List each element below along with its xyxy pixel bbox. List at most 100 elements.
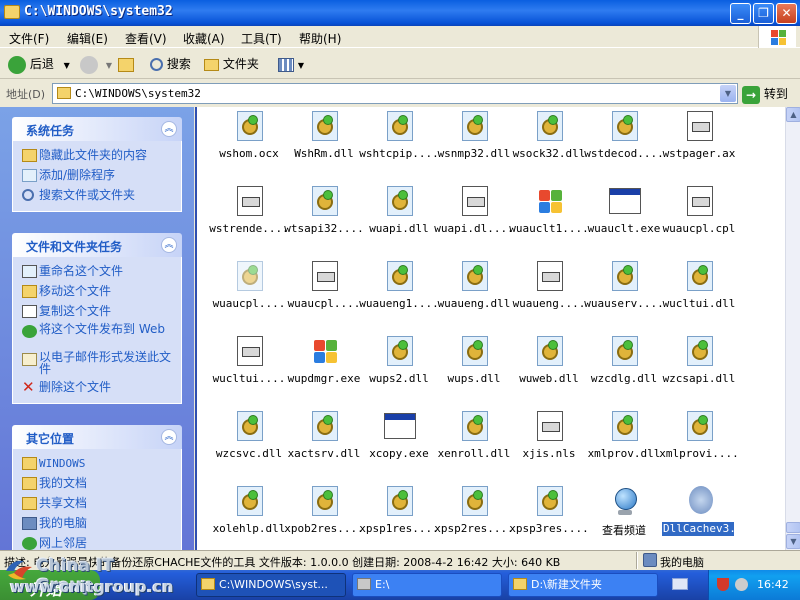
- file-name: wuaueng1....: [359, 297, 439, 310]
- file-item[interactable]: wzcsvc.dll: [206, 407, 292, 479]
- volume-icon[interactable]: [735, 578, 748, 591]
- file-item[interactable]: xpsp2res....: [431, 482, 517, 550]
- collapse-icon[interactable]: ︽: [161, 237, 177, 253]
- file-item[interactable]: xjis.nls: [506, 407, 592, 479]
- file-item[interactable]: wuaucpl....: [206, 257, 292, 329]
- maximize-button[interactable]: ❐: [753, 3, 774, 24]
- forward-button[interactable]: ▼: [80, 54, 112, 76]
- file-item[interactable]: wtsapi32....: [281, 182, 367, 254]
- task-email-file[interactable]: 以电子邮件形式发送此文件: [13, 351, 181, 379]
- close-button[interactable]: ✕: [776, 3, 797, 24]
- file-item[interactable]: wucltui....: [206, 332, 292, 404]
- menu-help[interactable]: 帮助(H): [299, 30, 341, 47]
- vertical-scrollbar[interactable]: ▲ ▼: [785, 107, 800, 550]
- task-delete-file[interactable]: ✕ 删除这个文件: [13, 379, 181, 399]
- file-item[interactable]: wups2.dll: [356, 332, 442, 404]
- file-item[interactable]: wshom.ocx: [206, 107, 292, 179]
- file-item[interactable]: xpsp3res....: [506, 482, 592, 550]
- file-item[interactable]: wuaueng.dll: [431, 257, 517, 329]
- taskbar-item-system32[interactable]: C:\WINDOWS\syst...: [196, 573, 346, 597]
- shield-icon[interactable]: [717, 578, 729, 591]
- file-item[interactable]: 查看频道: [581, 482, 667, 550]
- file-item[interactable]: xmlprov.dll: [581, 407, 667, 479]
- up-folder-button[interactable]: [118, 54, 136, 76]
- file-item[interactable]: wucltui.dll: [656, 257, 742, 329]
- views-button[interactable]: ▼: [278, 54, 304, 76]
- file-item[interactable]: wuaucpl....: [281, 257, 367, 329]
- dll-gear-icon: [312, 486, 338, 516]
- file-item[interactable]: wsock32.dll: [506, 107, 592, 179]
- folders-button[interactable]: 文件夹: [204, 54, 259, 76]
- programs-icon: [22, 169, 37, 182]
- menu-tools[interactable]: 工具(T): [241, 30, 282, 47]
- file-item[interactable]: wuapi.dll: [356, 182, 442, 254]
- file-name: wuaueng.dll: [437, 297, 511, 310]
- menu-favorites[interactable]: 收藏(A): [183, 30, 225, 47]
- file-list[interactable]: wshom.ocx WshRm.dll wshtcpip.... wsnmp32.dl…: [195, 107, 785, 550]
- collapse-icon[interactable]: ︽: [161, 121, 177, 137]
- folder-icon: [513, 578, 527, 590]
- task-publish-web[interactable]: 将这个文件发布到 Web: [13, 323, 181, 351]
- other-places-header[interactable]: 其它位置 ︽: [12, 425, 182, 449]
- address-bar: 地址(D) C:\WINDOWS\system32 ▼ → 转到: [0, 80, 800, 106]
- scroll-down-icon[interactable]: ▼: [786, 534, 800, 549]
- file-item[interactable]: xenroll.dll: [431, 407, 517, 479]
- file-item[interactable]: wsnmp32.dll: [431, 107, 517, 179]
- task-copy-file[interactable]: 复制这个文件: [13, 303, 181, 323]
- keyboard-icon[interactable]: [672, 578, 688, 590]
- file-item[interactable]: xcopy.exe: [356, 407, 442, 479]
- task-rename-file[interactable]: 重命名这个文件: [13, 263, 181, 283]
- file-item[interactable]: wzcdlg.dll: [581, 332, 667, 404]
- file-item[interactable]: xolehlp.dll: [206, 482, 292, 550]
- task-search-files[interactable]: 搜索文件或文件夹: [13, 187, 181, 207]
- system-tasks-header[interactable]: 系统任务 ︽: [12, 117, 182, 141]
- place-shared-documents[interactable]: 共享文档: [13, 495, 181, 515]
- back-button[interactable]: 后退 ▼: [8, 54, 70, 76]
- task-hide-folder-contents[interactable]: 隐藏此文件夹的内容: [13, 147, 181, 167]
- file-item[interactable]: xpsp1res....: [356, 482, 442, 550]
- file-item[interactable]: wzcsapi.dll: [656, 332, 742, 404]
- file-item[interactable]: wstrende....: [206, 182, 292, 254]
- file-item[interactable]: wshtcpip....: [356, 107, 442, 179]
- address-input[interactable]: C:\WINDOWS\system32 ▼: [52, 83, 738, 104]
- place-windows[interactable]: WINDOWS: [13, 455, 181, 475]
- collapse-icon[interactable]: ︽: [161, 429, 177, 445]
- file-item[interactable]: wuweb.dll: [506, 332, 592, 404]
- place-my-documents[interactable]: 我的文档: [13, 475, 181, 495]
- file-item[interactable]: xactsrv.dll: [281, 407, 367, 479]
- task-move-file[interactable]: 移动这个文件: [13, 283, 181, 303]
- file-item[interactable]: wuapi.dl....: [431, 182, 517, 254]
- go-button[interactable]: → 转到: [742, 85, 788, 104]
- minimize-button[interactable]: _: [730, 3, 751, 24]
- file-item[interactable]: wups.dll: [431, 332, 517, 404]
- file-tasks-header[interactable]: 文件和文件夹任务 ︽: [12, 233, 182, 257]
- file-item[interactable]: xpob2res....: [281, 482, 367, 550]
- file-item[interactable]: wupdmgr.exe: [281, 332, 367, 404]
- file-item[interactable]: wuauclt1....: [506, 182, 592, 254]
- file-item[interactable]: wuauserv....: [581, 257, 667, 329]
- dll-gear-faded-icon: [237, 261, 263, 291]
- chevron-down-icon[interactable]: ▼: [720, 85, 736, 102]
- file-item[interactable]: wuaueng1....: [356, 257, 442, 329]
- title-bar[interactable]: C:\WINDOWS\system32 _ ❐ ✕: [0, 0, 800, 26]
- place-network[interactable]: 网上邻居: [13, 535, 181, 550]
- menu-view[interactable]: 查看(V): [125, 30, 167, 47]
- place-my-computer[interactable]: 我的电脑: [13, 515, 181, 535]
- file-item[interactable]: wstdecod....: [581, 107, 667, 179]
- file-item[interactable]: WshRm.dll: [281, 107, 367, 179]
- file-item[interactable]: wuauclt.exe: [581, 182, 667, 254]
- taskbar-item-e-drive[interactable]: E:\: [352, 573, 502, 597]
- menu-file[interactable]: 文件(F): [9, 30, 49, 47]
- taskbar-item-new-folder[interactable]: D:\新建文件夹: [508, 573, 658, 597]
- file-item[interactable]: wuaucpl.cpl: [656, 182, 742, 254]
- clock[interactable]: 16:42: [757, 578, 789, 591]
- task-add-remove-programs[interactable]: 添加/删除程序: [13, 167, 181, 187]
- file-item[interactable]: DllCachev3.0.exe: [656, 482, 742, 550]
- scroll-thumb[interactable]: [786, 522, 800, 533]
- search-button[interactable]: 搜索: [150, 54, 191, 76]
- scroll-up-icon[interactable]: ▲: [786, 107, 800, 122]
- file-item[interactable]: xmlprovi....: [656, 407, 742, 479]
- menu-edit[interactable]: 编辑(E): [67, 30, 108, 47]
- file-item[interactable]: wstpager.ax: [656, 107, 742, 179]
- file-item[interactable]: wuaueng....: [506, 257, 592, 329]
